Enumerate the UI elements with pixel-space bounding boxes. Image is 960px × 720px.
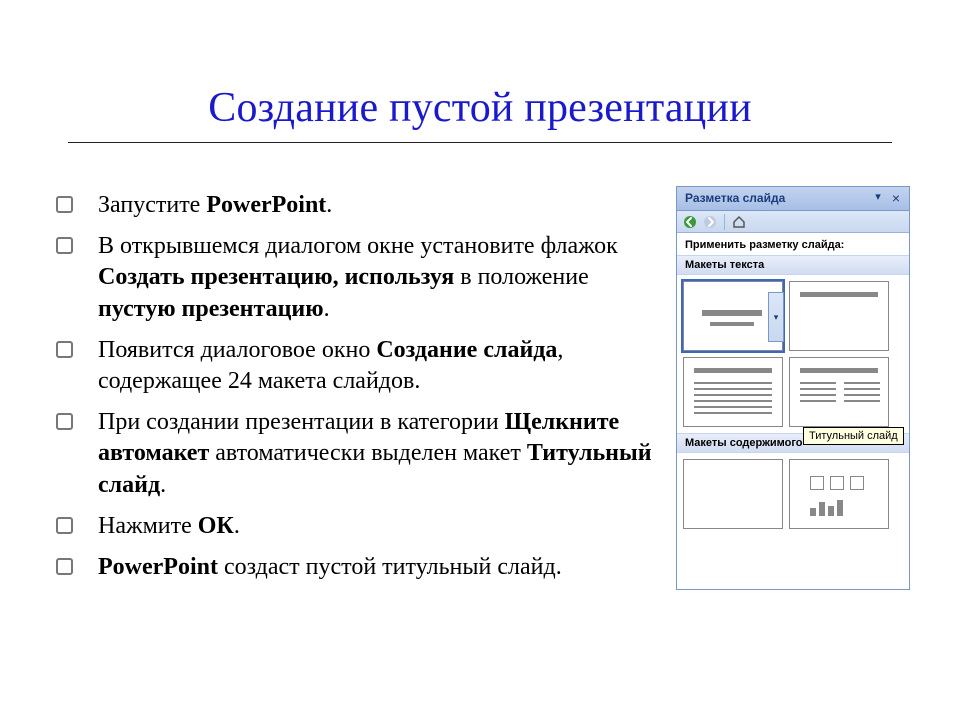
layout-thumb-title-only[interactable] <box>789 281 889 351</box>
taskpane-header-buttons: ▾ × <box>871 191 903 205</box>
bullet-text-run: автоматически выделен макет <box>209 440 527 466</box>
bullet-text-run: . <box>324 296 330 322</box>
thumbs-text-layouts: ▾ <box>677 275 909 433</box>
bullet-text-run: создаст пустой титульный слайд. <box>218 554 562 580</box>
bullet-item: Появится диалоговое окно Создание слайда… <box>50 335 660 397</box>
bullet-item: При создании презентации в категории Щел… <box>50 407 660 501</box>
bullet-text-run: PowerPoint <box>98 554 218 580</box>
bullet-text-run: . <box>326 192 332 218</box>
taskpane-toolbar <box>677 211 909 233</box>
thumb-menu-icon[interactable]: ▾ <box>768 292 784 342</box>
bullet-text-run: ОК <box>198 513 234 539</box>
toolbar-separator <box>724 214 725 230</box>
group-header-text-layouts: Макеты текста <box>677 255 909 275</box>
layout-thumb-content[interactable] <box>789 459 889 529</box>
home-icon[interactable] <box>730 213 748 231</box>
bullet-item: Запустите PowerPoint. <box>50 190 660 221</box>
bullet-text-run: PowerPoint <box>206 192 326 218</box>
bullet-text-run: Создание слайда <box>376 337 557 363</box>
bullet-text-run: Запустите <box>98 192 206 218</box>
slide-title: Создание пустой презентации <box>0 84 960 132</box>
task-pane-screenshot: Разметка слайда ▾ × Применить разметку <box>676 186 910 590</box>
bullet-text-run: При создании презентации в категории <box>98 409 505 435</box>
bullet-text-run: Появится диалоговое окно <box>98 337 376 363</box>
bullet-text-run: В открывшемся диалогом окне установите ф… <box>98 233 618 259</box>
layout-thumb-blank[interactable] <box>683 459 783 529</box>
layout-tooltip: Титульный слайд <box>803 427 904 445</box>
taskpane-instruction: Применить разметку слайда: <box>677 233 909 255</box>
bullet-item: Нажмите ОК. <box>50 511 660 542</box>
layout-thumb-bullets[interactable] <box>683 357 783 427</box>
dropdown-icon[interactable]: ▾ <box>871 191 885 205</box>
close-icon[interactable]: × <box>889 191 903 205</box>
layout-thumb-two-columns[interactable] <box>789 357 889 427</box>
bullet-text-run: Создать презентацию, используя <box>98 264 454 290</box>
title-underline <box>68 142 892 143</box>
bullet-list: Запустите PowerPoint. В открывшемся диало… <box>50 190 668 660</box>
bullet-text-run: в положение <box>454 264 589 290</box>
bullet-item: В открывшемся диалогом окне установите ф… <box>50 231 660 325</box>
bullet-text-run: Нажмите <box>98 513 198 539</box>
bullet-text-run: пустую презентацию <box>98 296 324 322</box>
layout-thumb-title-slide[interactable]: ▾ <box>683 281 783 351</box>
slide: Создание пустой презентации Запустите Po… <box>0 0 960 720</box>
back-icon[interactable] <box>681 213 699 231</box>
taskpane-title: Разметка слайда <box>685 191 785 205</box>
body-area: Запустите PowerPoint. В открывшемся диало… <box>50 190 910 660</box>
forward-icon[interactable] <box>701 213 719 231</box>
title-area: Создание пустой презентации <box>0 0 960 143</box>
bullet-item: PowerPoint создаст пустой титульный слай… <box>50 552 660 583</box>
taskpane-header: Разметка слайда ▾ × <box>677 187 909 211</box>
bullet-text-run: . <box>160 472 166 498</box>
bullet-text-run: . <box>234 513 240 539</box>
thumbs-content-layouts <box>677 453 909 535</box>
